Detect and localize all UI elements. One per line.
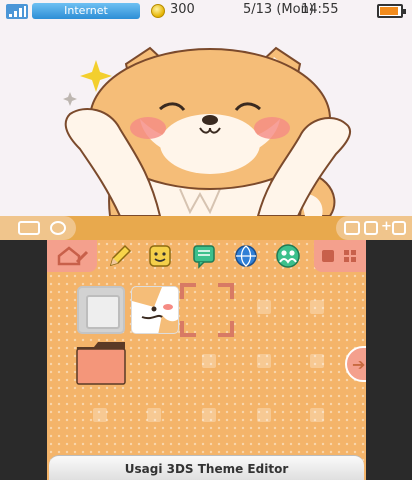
theme-title-bar: Usagi 3DS Theme Editor xyxy=(49,455,364,480)
bottom-screen: ➔ Usagi 3DS Theme Editor xyxy=(47,240,366,480)
icon-size-small-icon xyxy=(344,250,356,262)
pattern-tile xyxy=(310,408,324,422)
pattern-tile xyxy=(202,354,216,368)
pattern-tile xyxy=(93,408,107,422)
theme-app-icon[interactable] xyxy=(131,286,179,334)
friends-icon xyxy=(276,244,300,268)
battery-level xyxy=(380,7,398,15)
pattern-tile xyxy=(257,408,271,422)
camera-shortcut[interactable] xyxy=(0,216,76,240)
sparkle-icon xyxy=(63,92,77,106)
mii-button[interactable] xyxy=(147,243,173,269)
shiba-inu-illustration xyxy=(63,46,352,216)
selection-cursor xyxy=(180,283,234,337)
mii-face-icon xyxy=(149,245,171,267)
pattern-tile xyxy=(257,354,271,368)
screen-divider-bar: + xyxy=(0,216,412,240)
battery-icon xyxy=(377,4,406,18)
home-settings-icon xyxy=(57,246,89,266)
internet-globe-icon xyxy=(235,245,257,267)
game-notes-button[interactable] xyxy=(107,243,133,269)
status-bar: Internet 300 5/13 (Mon) 14:55 xyxy=(0,0,412,24)
coin-count: 300 xyxy=(170,2,195,17)
camera-icon xyxy=(344,221,360,235)
icon-size-toggle[interactable] xyxy=(314,240,366,272)
home-menu-toolbar xyxy=(47,240,366,272)
y-button-icon xyxy=(50,221,66,235)
screenshot-shortcut[interactable]: + xyxy=(336,216,412,240)
friend-list-button[interactable] xyxy=(275,243,301,269)
pencil-icon xyxy=(109,244,132,267)
play-coin-icon xyxy=(151,4,165,18)
empty-cartridge-slot[interactable] xyxy=(77,286,125,334)
clock-display: 14:55 xyxy=(301,2,339,17)
connection-status: Internet xyxy=(32,3,140,19)
l-button-icon xyxy=(364,221,378,235)
wifi-signal-icon xyxy=(6,4,28,19)
scroll-right-button[interactable]: ➔ xyxy=(345,346,366,382)
pattern-tile xyxy=(310,354,324,368)
internet-browser-button[interactable] xyxy=(233,243,259,269)
pattern-tile xyxy=(202,408,216,422)
folder-icon[interactable] xyxy=(76,341,126,385)
shiba-thumbnail-icon xyxy=(132,287,178,333)
plus-icon: + xyxy=(381,219,392,234)
pattern-tile xyxy=(147,408,161,422)
notifications-button[interactable] xyxy=(191,243,217,269)
icon-size-large-icon xyxy=(322,250,334,262)
notes-icon xyxy=(193,245,215,269)
arrow-right-icon: ➔ xyxy=(352,355,366,374)
r-button-icon xyxy=(392,221,406,235)
top-screen: Internet 300 5/13 (Mon) 14:55 xyxy=(0,0,412,216)
pattern-tile xyxy=(310,300,324,314)
pattern-tile xyxy=(257,300,271,314)
camera-icon xyxy=(18,221,40,235)
home-settings-button[interactable] xyxy=(47,240,97,272)
